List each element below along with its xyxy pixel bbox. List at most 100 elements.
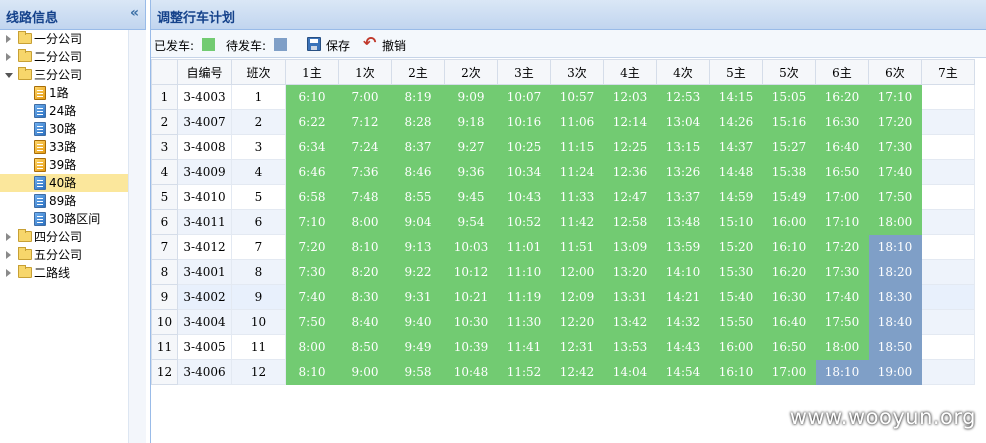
vehicle-id-cell[interactable]: 3-4003 — [177, 84, 232, 110]
departed-trip-cell[interactable]: 17:40 — [868, 159, 922, 185]
empty-trip-cell[interactable] — [921, 134, 975, 160]
departed-trip-cell[interactable]: 13:26 — [656, 159, 710, 185]
column-header[interactable]: 3主 — [497, 59, 551, 85]
row-number-cell[interactable]: 11 — [151, 334, 178, 360]
departed-trip-cell[interactable]: 11:10 — [497, 259, 551, 285]
tree-folder-node[interactable]: 五分公司 — [0, 246, 128, 264]
column-header[interactable]: 7主 — [921, 59, 975, 85]
shift-cell[interactable]: 7 — [231, 234, 286, 260]
tree-scrollbar[interactable] — [128, 30, 146, 443]
column-header[interactable]: 6次 — [868, 59, 922, 85]
departed-trip-cell[interactable]: 8:55 — [391, 184, 445, 210]
departed-trip-cell[interactable]: 11:15 — [550, 134, 604, 160]
departed-trip-cell[interactable]: 9:45 — [444, 184, 498, 210]
departed-trip-cell[interactable]: 12:25 — [603, 134, 657, 160]
table-row[interactable]: 9 3-4002 9 7:40 8:30 9:31 10:21 11:19 12:09 13:31… — [151, 284, 975, 310]
departed-trip-cell[interactable]: 17:00 — [762, 359, 816, 385]
departed-trip-cell[interactable]: 8:30 — [338, 284, 392, 310]
tree-route-node[interactable]: 40路 — [0, 174, 128, 192]
vehicle-id-cell[interactable]: 3-4011 — [177, 209, 232, 235]
departed-trip-cell[interactable]: 16:00 — [762, 209, 816, 235]
collapsed-arrow-icon[interactable] — [6, 53, 11, 61]
departed-trip-cell[interactable]: 7:36 — [338, 159, 392, 185]
departed-trip-cell[interactable]: 10:30 — [444, 309, 498, 335]
departed-trip-cell[interactable]: 6:58 — [285, 184, 339, 210]
departed-trip-cell[interactable]: 13:42 — [603, 309, 657, 335]
row-number-cell[interactable]: 3 — [151, 134, 178, 160]
departed-trip-cell[interactable]: 14:48 — [709, 159, 763, 185]
departed-trip-cell[interactable]: 6:10 — [285, 84, 339, 110]
departed-trip-cell[interactable]: 18:00 — [815, 334, 869, 360]
departed-trip-cell[interactable]: 11:52 — [497, 359, 551, 385]
departed-trip-cell[interactable]: 16:20 — [762, 259, 816, 285]
vehicle-id-cell[interactable]: 3-4005 — [177, 334, 232, 360]
departed-trip-cell[interactable]: 10:16 — [497, 109, 551, 135]
departed-trip-cell[interactable]: 7:40 — [285, 284, 339, 310]
undo-button[interactable]: 撤销 — [382, 37, 406, 54]
departed-trip-cell[interactable]: 17:40 — [815, 284, 869, 310]
tree-route-node[interactable]: 1路 — [0, 84, 128, 102]
departed-trip-cell[interactable]: 10:43 — [497, 184, 551, 210]
shift-cell[interactable]: 1 — [231, 84, 286, 110]
departed-trip-cell[interactable]: 12:31 — [550, 334, 604, 360]
column-header[interactable]: 2主 — [391, 59, 445, 85]
pending-trip-cell[interactable]: 19:00 — [868, 359, 922, 385]
departed-trip-cell[interactable]: 13:15 — [656, 134, 710, 160]
departed-trip-cell[interactable]: 18:00 — [868, 209, 922, 235]
shift-cell[interactable]: 2 — [231, 109, 286, 135]
pending-trip-cell[interactable]: 18:20 — [868, 259, 922, 285]
column-header[interactable]: 1主 — [285, 59, 339, 85]
departed-trip-cell[interactable]: 14:32 — [656, 309, 710, 335]
departed-trip-cell[interactable]: 8:46 — [391, 159, 445, 185]
tree-folder-node[interactable]: 二分公司 — [0, 48, 128, 66]
departed-trip-cell[interactable]: 9:36 — [444, 159, 498, 185]
row-number-cell[interactable]: 8 — [151, 259, 178, 285]
departed-trip-cell[interactable]: 10:34 — [497, 159, 551, 185]
departed-trip-cell[interactable]: 17:50 — [868, 184, 922, 210]
departed-trip-cell[interactable]: 17:30 — [815, 259, 869, 285]
departed-trip-cell[interactable]: 8:00 — [285, 334, 339, 360]
vehicle-id-cell[interactable]: 3-4004 — [177, 309, 232, 335]
departed-trip-cell[interactable]: 17:00 — [815, 184, 869, 210]
departed-trip-cell[interactable]: 12:58 — [603, 209, 657, 235]
departed-trip-cell[interactable]: 11:30 — [497, 309, 551, 335]
departed-trip-cell[interactable]: 10:52 — [497, 209, 551, 235]
empty-trip-cell[interactable] — [921, 309, 975, 335]
departed-trip-cell[interactable]: 7:30 — [285, 259, 339, 285]
departed-trip-cell[interactable]: 12:03 — [603, 84, 657, 110]
tree-folder-node[interactable]: 三分公司 — [0, 66, 128, 84]
column-header[interactable]: 4主 — [603, 59, 657, 85]
departed-trip-cell[interactable]: 16:30 — [762, 284, 816, 310]
row-number-cell[interactable]: 12 — [151, 359, 178, 385]
departed-trip-cell[interactable]: 14:43 — [656, 334, 710, 360]
departed-trip-cell[interactable]: 12:36 — [603, 159, 657, 185]
departed-trip-cell[interactable]: 14:04 — [603, 359, 657, 385]
departed-trip-cell[interactable]: 16:00 — [709, 334, 763, 360]
departed-trip-cell[interactable]: 9:04 — [391, 209, 445, 235]
departed-trip-cell[interactable]: 6:34 — [285, 134, 339, 160]
column-header[interactable]: 6主 — [815, 59, 869, 85]
departed-trip-cell[interactable]: 10:57 — [550, 84, 604, 110]
table-row[interactable]: 8 3-4001 8 7:30 8:20 9:22 10:12 11:10 12:00 13:20… — [151, 259, 975, 285]
collapsed-arrow-icon[interactable] — [6, 233, 11, 241]
pending-trip-cell[interactable]: 18:40 — [868, 309, 922, 335]
departed-trip-cell[interactable]: 8:10 — [338, 234, 392, 260]
empty-trip-cell[interactable] — [921, 109, 975, 135]
empty-trip-cell[interactable] — [921, 234, 975, 260]
table-row[interactable]: 1 3-4003 1 6:10 7:00 8:19 9:09 10:07 10:57 12:03 1… — [151, 84, 975, 110]
departed-trip-cell[interactable]: 9:13 — [391, 234, 445, 260]
departed-trip-cell[interactable]: 17:30 — [868, 134, 922, 160]
row-number-cell[interactable]: 4 — [151, 159, 178, 185]
departed-trip-cell[interactable]: 12:20 — [550, 309, 604, 335]
departed-trip-cell[interactable]: 17:20 — [815, 234, 869, 260]
departed-trip-cell[interactable]: 13:37 — [656, 184, 710, 210]
column-header[interactable]: 2次 — [444, 59, 498, 85]
tree-folder-node[interactable]: 二路线 — [0, 264, 128, 282]
departed-trip-cell[interactable]: 16:10 — [762, 234, 816, 260]
column-header[interactable]: 班次 — [231, 59, 286, 85]
departed-trip-cell[interactable]: 16:50 — [762, 334, 816, 360]
departed-trip-cell[interactable]: 14:10 — [656, 259, 710, 285]
departed-trip-cell[interactable]: 15:40 — [709, 284, 763, 310]
pending-trip-cell[interactable]: 18:30 — [868, 284, 922, 310]
column-header[interactable]: 3次 — [550, 59, 604, 85]
